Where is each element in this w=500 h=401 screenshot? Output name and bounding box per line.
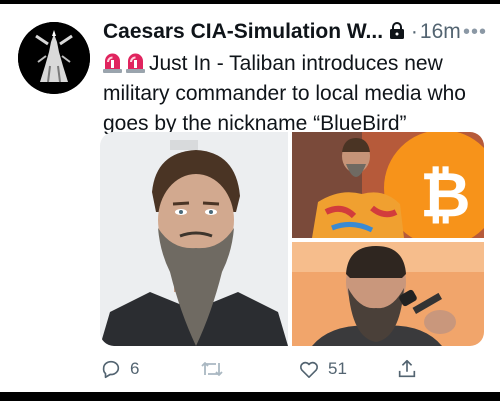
media-grid[interactable]: ₿ [100, 132, 484, 346]
retweet-icon [201, 362, 223, 376]
bearded-man-microphone-image [292, 242, 484, 346]
reply-count: 6 [130, 359, 140, 378]
heart-icon [300, 361, 318, 378]
media-photo-3[interactable] [292, 242, 484, 346]
more-options-icon[interactable]: ••• [463, 17, 487, 47]
svg-text:₿: ₿ [420, 161, 471, 230]
timestamp[interactable]: 16m [420, 20, 461, 43]
author-name[interactable]: Caesars CIA-Simulation W... [103, 20, 383, 43]
siren-emoji-icon [103, 52, 122, 73]
avatar-figure-icon [18, 22, 90, 94]
reply-icon [102, 360, 120, 379]
tweet-text-block: Just In - Taliban introduces new militar… [103, 49, 498, 139]
tweet-text: Just In - Taliban introduces new militar… [103, 52, 466, 135]
tweet-card[interactable]: Caesars CIA-Simulation W... ·16m ••• Jus… [0, 4, 500, 392]
avatar[interactable] [18, 22, 90, 94]
screen-border [0, 392, 500, 401]
like-button[interactable]: 51 [298, 354, 347, 384]
tweet-actions: 6 51 [100, 354, 484, 384]
bearded-man-portrait-image [100, 132, 288, 346]
media-photo-1[interactable] [100, 132, 288, 346]
media-photo-2[interactable]: ₿ [292, 132, 484, 238]
lock-icon [389, 19, 405, 49]
siren-emoji-icon [126, 52, 145, 73]
tweet-header: Caesars CIA-Simulation W... ·16m ••• [103, 17, 493, 47]
separator: · [410, 20, 418, 43]
share-icon [398, 359, 416, 378]
share-button[interactable] [396, 354, 418, 384]
reply-button[interactable]: 6 [100, 354, 139, 384]
retweet-button[interactable] [200, 354, 232, 384]
like-count: 51 [328, 359, 347, 378]
tie-dye-bitcoin-image: ₿ [292, 132, 484, 238]
